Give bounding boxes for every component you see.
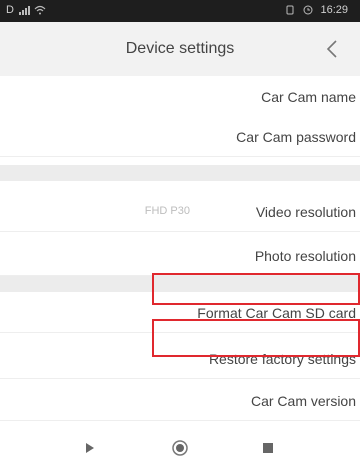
recents-square-icon [263,443,273,453]
header-bar: Device settings [0,22,360,77]
status-bar: D 16:29 [0,0,360,22]
wifi-icon [34,5,46,15]
setting-label: Car Cam password [236,129,356,145]
status-time: 16:29 [320,4,348,16]
setting-photo-resolution[interactable]: Photo resolution [0,235,360,276]
signal-icon [18,6,30,15]
setting-label: Photo resolution [254,248,356,264]
setting-label: Car Cam name [261,89,356,105]
status-left-text: D [6,4,14,16]
highlight-box [152,273,360,305]
setting-label: Car Cam version [250,393,356,409]
setting-car-cam-name[interactable]: Car Cam name [0,76,360,117]
home-circle-icon [172,440,188,456]
highlight-box [152,319,360,357]
nav-back-button[interactable] [78,436,102,460]
setting-label: Video resolution [255,204,356,220]
alarm-icon [303,5,313,15]
vibrate-icon [286,5,294,15]
back-triangle-icon [86,443,94,453]
section-divider [0,165,360,181]
system-nav-bar [0,422,360,476]
back-button[interactable] [322,36,342,62]
setting-car-cam-password[interactable]: Car Cam password [0,116,360,157]
nav-recents-button[interactable] [256,436,280,460]
setting-value: FHD P30 [144,205,190,217]
setting-video-resolution[interactable]: FHD P30 Video resolution [0,191,360,232]
setting-car-cam-version[interactable]: Car Cam version [0,380,360,421]
nav-home-button[interactable] [168,436,192,460]
status-left: D [6,4,46,16]
page-title: Device settings [125,40,235,57]
chevron-left-icon [326,40,337,58]
status-right: 16:29 [284,4,348,16]
